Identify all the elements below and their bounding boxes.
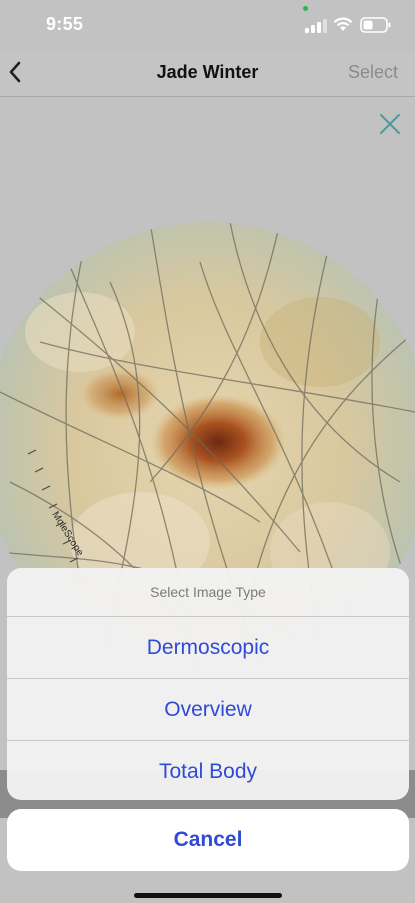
navigation-bar: Jade Winter Select — [0, 50, 415, 97]
wifi-icon — [333, 17, 353, 31]
signal-icon — [305, 19, 327, 33]
select-button[interactable]: Select — [348, 62, 398, 83]
option-dermoscopic[interactable]: Dermoscopic — [7, 617, 409, 679]
option-overview[interactable]: Overview — [7, 679, 409, 741]
status-bar: 9:55 — [0, 0, 415, 50]
privacy-indicator-dot — [303, 6, 308, 11]
cancel-button[interactable]: Cancel — [7, 809, 409, 871]
option-total-body[interactable]: Total Body — [7, 741, 409, 800]
status-time: 9:55 — [46, 14, 84, 34]
action-sheet-title: Select Image Type — [7, 568, 409, 617]
close-icon[interactable] — [378, 112, 402, 136]
battery-icon — [360, 17, 391, 33]
action-sheet: Select Image Type Dermoscopic Overview T… — [7, 568, 409, 800]
home-indicator[interactable] — [134, 893, 282, 898]
